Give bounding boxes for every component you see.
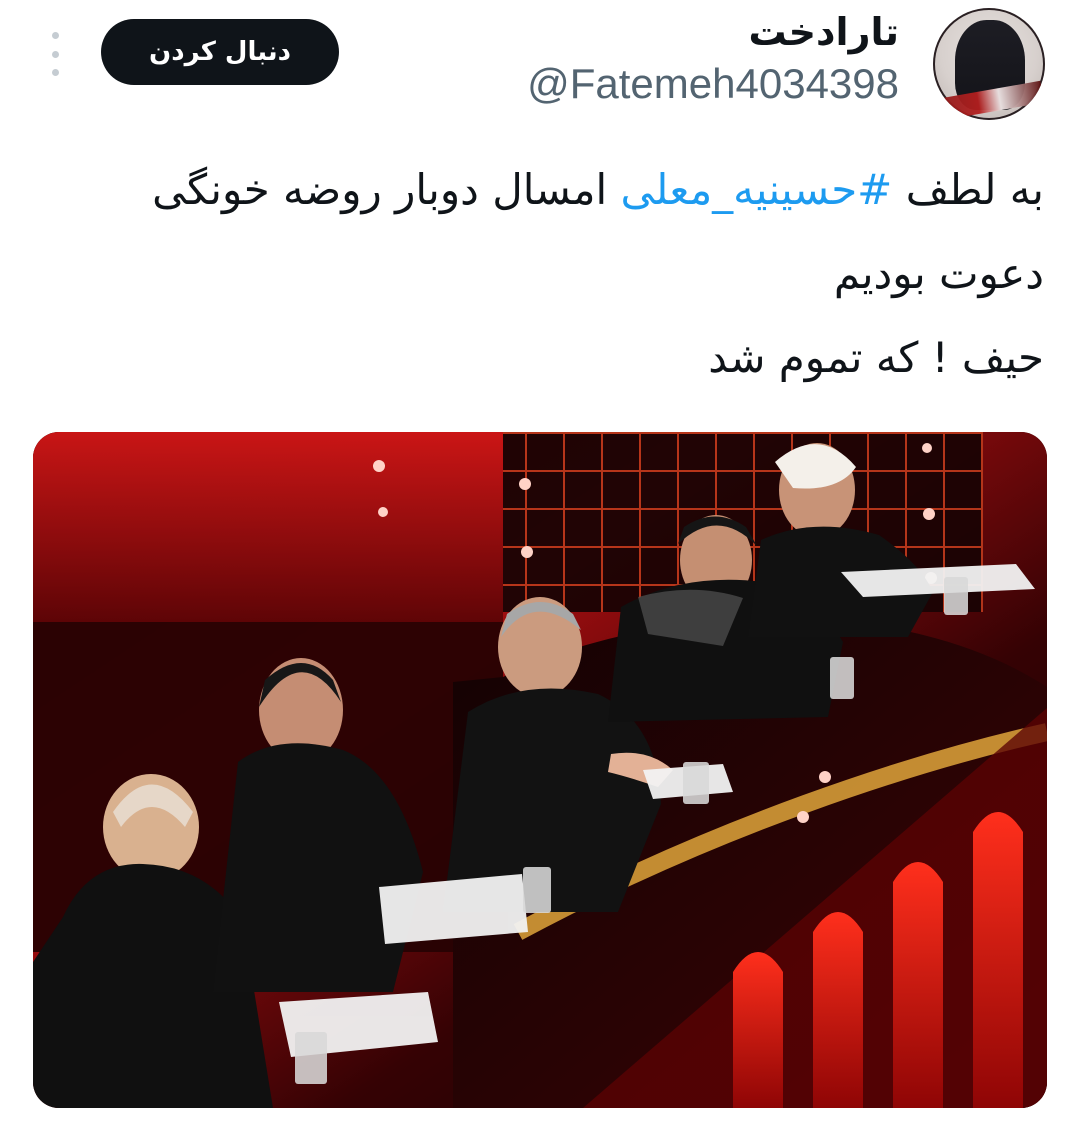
more-dot	[51, 50, 59, 58]
tweet-photo	[33, 432, 1047, 1108]
more-vertical-icon[interactable]	[43, 32, 67, 76]
tweet-media[interactable]	[33, 432, 1047, 1108]
user-name-block[interactable]: تارادخت @Fatemeh4034398	[527, 10, 899, 112]
user-handle[interactable]: @Fatemeh4034398	[527, 57, 899, 112]
tweet-line-3: حیف ! که تموم شد	[708, 333, 1044, 382]
more-dot	[51, 32, 59, 39]
tweet-line-1: به لطف #حسینیه_معلی امسال دوبار روضه خون…	[29, 148, 1044, 232]
tweet-text: به لطف #حسینیه_معلی امسال دوبار روضه خون…	[29, 148, 1044, 400]
ornamental-wall	[33, 432, 503, 622]
avatar[interactable]	[933, 8, 1045, 120]
follow-button[interactable]: دنبال کردن	[101, 19, 339, 85]
hashtag-link[interactable]: #حسینیه_معلی	[621, 165, 893, 214]
tweet-text-before: به لطف	[892, 165, 1044, 214]
display-name[interactable]: تارادخت	[527, 10, 899, 55]
more-dot	[51, 69, 59, 76]
tweet-line-2: دعوت بودیم	[833, 249, 1044, 298]
tweet-text-after: امسال دوبار روضه خونگی	[152, 165, 621, 214]
